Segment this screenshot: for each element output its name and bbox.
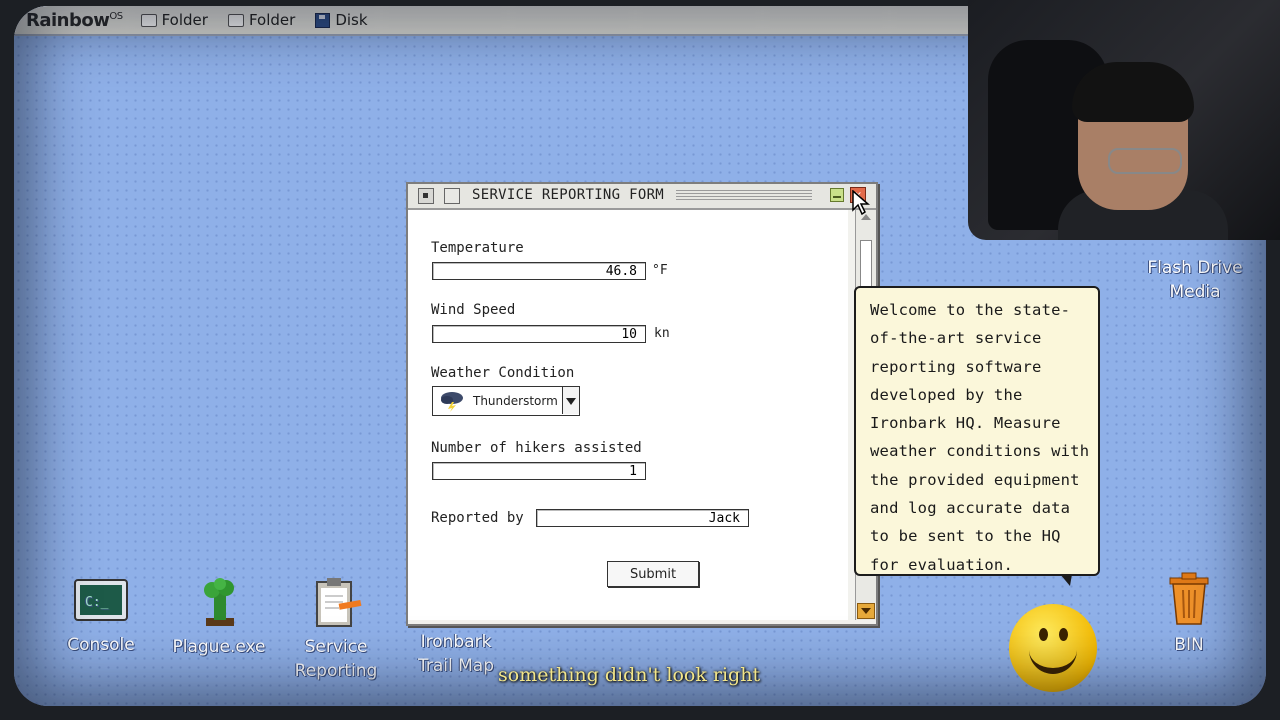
menu-folder-2[interactable]: Folder bbox=[227, 11, 295, 29]
wind-speed-unit: kn bbox=[654, 326, 670, 341]
desktop-icon-plague[interactable]: Plague.exe bbox=[164, 578, 274, 659]
temperature-input[interactable]: 46.8 bbox=[432, 262, 646, 280]
window-title: SERVICE REPORTING FORM bbox=[472, 187, 665, 203]
dropdown-arrow-icon[interactable] bbox=[562, 387, 579, 414]
desktop-icon-console[interactable]: C:_ Console bbox=[58, 578, 144, 657]
trash-bin-icon bbox=[1169, 572, 1209, 625]
mouse-cursor-icon bbox=[852, 190, 870, 216]
window-menu-button[interactable] bbox=[418, 188, 434, 204]
desktop-icon-service-reporting[interactable]: Service Reporting bbox=[286, 576, 386, 683]
menu-bar: RainbowOS Folder Folder Disk bbox=[14, 6, 974, 36]
subtitle-caption: something didn't look right bbox=[498, 664, 761, 686]
weather-condition-value: Thunderstorm bbox=[473, 394, 558, 408]
temperature-label: Temperature bbox=[431, 240, 524, 256]
plague-icon bbox=[204, 578, 234, 626]
thunderstorm-icon bbox=[441, 392, 463, 412]
weather-condition-label: Weather Condition bbox=[431, 365, 575, 381]
console-icon: C:_ bbox=[74, 579, 128, 621]
folder-icon bbox=[140, 13, 157, 27]
smiley-assistant-icon[interactable] bbox=[1009, 604, 1097, 692]
menu-folder-1[interactable]: Folder bbox=[140, 11, 208, 29]
glasses bbox=[1108, 148, 1182, 174]
titlebar-stripes bbox=[676, 190, 812, 202]
minimize-button[interactable] bbox=[830, 188, 844, 202]
wind-speed-input[interactable]: 10 bbox=[432, 325, 646, 343]
menu-disk[interactable]: Disk bbox=[315, 11, 368, 29]
temperature-unit: °F bbox=[652, 263, 668, 278]
reported-by-label: Reported by bbox=[431, 510, 524, 526]
weather-condition-select[interactable]: Thunderstorm bbox=[432, 386, 580, 416]
scroll-down-icon[interactable] bbox=[857, 603, 875, 619]
wind-speed-label: Wind Speed bbox=[431, 302, 516, 318]
help-tooltip: Welcome to the state- of-the-art service… bbox=[854, 286, 1100, 586]
desktop-icon-bin[interactable]: BIN bbox=[1154, 572, 1224, 657]
hikers-input[interactable]: 1 bbox=[432, 462, 646, 480]
folder-icon bbox=[227, 13, 244, 27]
disk-icon bbox=[315, 12, 331, 28]
hikers-label: Number of hikers assisted bbox=[431, 440, 642, 456]
window-collapse-button[interactable] bbox=[444, 188, 460, 204]
os-logo[interactable]: RainbowOS bbox=[26, 10, 123, 31]
reported-by-input[interactable]: Jack bbox=[536, 509, 749, 527]
submit-button[interactable]: Submit bbox=[607, 561, 699, 587]
window-titlebar[interactable]: SERVICE REPORTING FORM ✕ bbox=[408, 184, 876, 210]
webcam-overlay bbox=[968, 0, 1280, 240]
form-content: Temperature 46.8 °F Wind Speed 10 kn Wea… bbox=[408, 210, 848, 620]
service-reporting-window: SERVICE REPORTING FORM ✕ Temperature 46.… bbox=[406, 182, 878, 626]
clipboard-icon bbox=[316, 578, 362, 627]
desktop-icon-trail-map[interactable]: Ironbark Trail Map bbox=[406, 618, 506, 678]
svg-text:C:_: C:_ bbox=[85, 595, 109, 610]
desktop-icon-flash-drive[interactable]: Flash Drive Media bbox=[1140, 256, 1250, 304]
